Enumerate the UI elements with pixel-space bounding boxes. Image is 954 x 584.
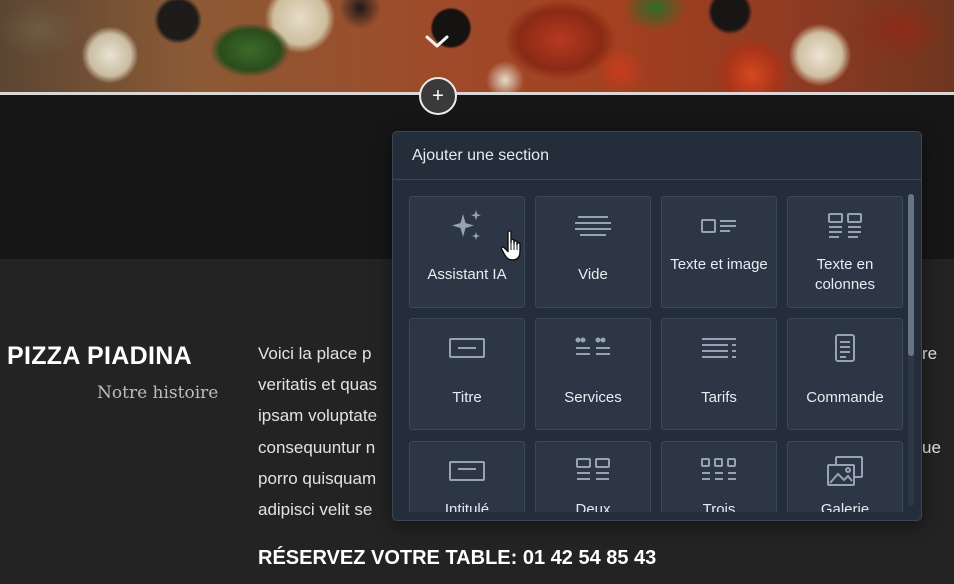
plus-icon: +	[432, 85, 444, 107]
three-columns-icon	[662, 454, 776, 488]
add-section-panel: Ajouter une section Assistant IA Vide Te…	[392, 131, 922, 521]
title-icon	[410, 331, 524, 365]
tile-label: Texte et image	[670, 256, 768, 273]
tile-label: Services	[564, 389, 622, 406]
services-icon	[536, 331, 650, 365]
tile-titre[interactable]: Titre	[409, 318, 525, 430]
tile-label: Commande	[806, 389, 884, 406]
body-line-left: porro quisquam	[258, 468, 377, 488]
body-line-left: ipsam voluptate	[258, 406, 378, 426]
order-icon	[788, 331, 902, 365]
panel-scrollbar[interactable]	[908, 194, 914, 506]
reservation-text: RÉSERVEZ VOTRE TABLE: 01 42 54 85 43	[258, 547, 657, 569]
tile-label: Intitulé	[444, 501, 490, 512]
chevron-down-icon[interactable]	[422, 30, 452, 54]
tile-commande[interactable]: Commande	[787, 318, 903, 430]
tile-label: Galerie	[820, 501, 870, 512]
two-columns-icon	[536, 454, 650, 488]
tile-label: Deux	[575, 501, 611, 512]
body-line-left: adipisci velit se	[258, 499, 373, 519]
tile-intitule[interactable]: Intitulé	[409, 441, 525, 512]
tile-trois[interactable]: Trois	[661, 441, 777, 512]
tile-label: Vide	[578, 266, 608, 283]
tile-label: Trois	[702, 501, 736, 512]
body-line-left: veritatis et quas	[258, 375, 378, 395]
panel-title: Ajouter une section	[393, 132, 921, 180]
tile-deux[interactable]: Deux	[535, 441, 651, 512]
tile-texte-en-colonnes[interactable]: Texte en colonnes	[787, 196, 903, 308]
body-line-right: re	[922, 344, 938, 363]
pricing-icon	[662, 331, 776, 365]
tile-label: Tarifs	[701, 389, 737, 406]
tile-label: Assistant IA	[427, 266, 507, 283]
section-tile-grid: Assistant IA Vide Texte et image Texte e…	[409, 196, 903, 512]
tile-vide[interactable]: Vide	[535, 196, 651, 308]
page-subtitle: Notre histoire	[97, 383, 219, 403]
tile-label: Texte en colonnes	[814, 256, 876, 293]
gallery-icon	[788, 454, 902, 488]
tile-services[interactable]: Services	[535, 318, 651, 430]
hero-image	[0, 0, 954, 92]
text-columns-icon	[788, 209, 902, 243]
body-line-right: ue	[922, 437, 941, 457]
tile-label: Titre	[452, 389, 482, 406]
body-line-left: Voici la place p	[258, 344, 372, 363]
body-line-left: consequuntur n	[258, 437, 376, 457]
page-title: PIZZA PIADINA	[7, 342, 192, 370]
tile-tarifs[interactable]: Tarifs	[661, 318, 777, 430]
hand-pointer-icon	[500, 229, 526, 268]
blank-lines-icon	[536, 209, 650, 243]
scrollbar-thumb[interactable]	[908, 194, 914, 356]
text-image-icon	[662, 209, 776, 243]
tile-galerie[interactable]: Galerie	[787, 441, 903, 512]
add-section-button[interactable]: +	[419, 77, 457, 115]
tile-texte-et-image[interactable]: Texte et image	[661, 196, 777, 308]
heading-icon	[410, 454, 524, 488]
